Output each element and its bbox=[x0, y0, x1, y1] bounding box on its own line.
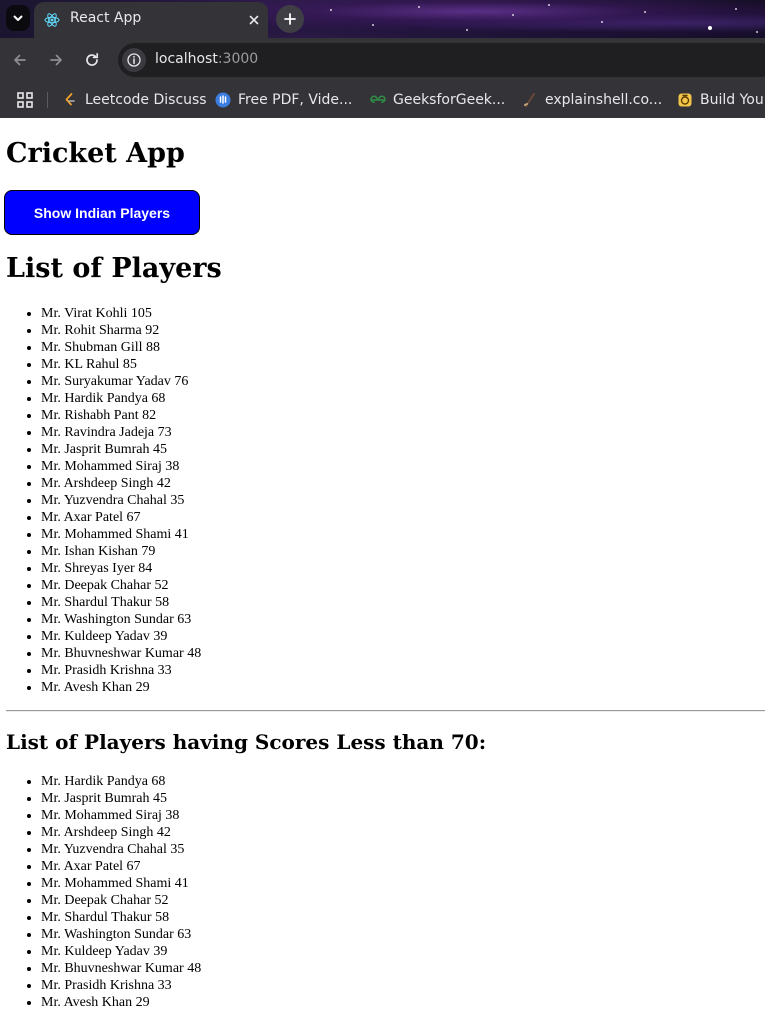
bookmark-build-your[interactable]: Build Your bbox=[677, 89, 765, 111]
player-item: Mr. Deepak Chahar 52 bbox=[41, 892, 201, 909]
player-item: Mr. Suryakumar Yadav 76 bbox=[41, 373, 201, 390]
browser-chrome: React App localhost:3000 Leetcode Discus… bbox=[0, 0, 765, 118]
address-bar[interactable]: localhost:3000 bbox=[118, 43, 765, 77]
tab-strip: React App bbox=[0, 0, 765, 38]
player-item: Mr. Axar Patel 67 bbox=[41, 509, 201, 526]
player-item: Mr. Kuldeep Yadav 39 bbox=[41, 943, 201, 960]
back-button[interactable] bbox=[8, 48, 32, 72]
player-item: Mr. Rishabh Pant 82 bbox=[41, 407, 201, 424]
player-item: Mr. Mohammed Shami 41 bbox=[41, 875, 201, 892]
app-title: Cricket App bbox=[6, 138, 185, 169]
forward-button[interactable] bbox=[44, 48, 68, 72]
page-content: Cricket App Show Indian Players List of … bbox=[0, 118, 765, 1019]
bookmark-label: explainshell.co... bbox=[545, 92, 663, 108]
player-item: Mr. Shardul Thakur 58 bbox=[41, 594, 201, 611]
bookmarks-bar: Leetcode Discuss Free PDF, Vide... Geeks… bbox=[0, 82, 765, 118]
tab-react-app[interactable]: React App bbox=[34, 2, 268, 38]
player-item: Mr. Mohammed Siraj 38 bbox=[41, 807, 201, 824]
divider bbox=[6, 710, 765, 712]
player-item: Mr. Shardul Thakur 58 bbox=[41, 909, 201, 926]
player-item: Mr. Jasprit Bumrah 45 bbox=[41, 790, 201, 807]
player-item: Mr. Jasprit Bumrah 45 bbox=[41, 441, 201, 458]
player-item: Mr. Ishan Kishan 79 bbox=[41, 543, 201, 560]
url-port: :3000 bbox=[217, 51, 259, 67]
player-item: Mr. Yuzvendra Chahal 35 bbox=[41, 492, 201, 509]
player-item: Mr. Virat Kohli 105 bbox=[41, 305, 201, 322]
url-host: localhost bbox=[155, 51, 218, 67]
player-item: Mr. Washington Sundar 63 bbox=[41, 611, 201, 628]
player-item: Mr. KL Rahul 85 bbox=[41, 356, 201, 373]
bookmark-pdf-drive[interactable]: Free PDF, Vide... bbox=[215, 89, 352, 111]
player-item: Mr. Prasidh Krishna 33 bbox=[41, 662, 201, 679]
player-item: Mr. Arshdeep Singh 42 bbox=[41, 475, 201, 492]
player-item: Mr. Avesh Khan 29 bbox=[41, 679, 201, 696]
player-item: Mr. Shubman Gill 88 bbox=[41, 339, 201, 356]
reload-icon bbox=[86, 52, 99, 66]
player-item: Mr. Bhuvneshwar Kumar 48 bbox=[41, 960, 201, 977]
player-item: Mr. Mohammed Siraj 38 bbox=[41, 458, 201, 475]
leetcode-icon bbox=[65, 93, 75, 106]
bookmark-label: GeeksforGeek... bbox=[393, 92, 506, 108]
plus-icon bbox=[284, 13, 296, 25]
arrow-right-icon bbox=[50, 54, 62, 66]
player-item: Mr. Axar Patel 67 bbox=[41, 858, 201, 875]
player-item: Mr. Deepak Chahar 52 bbox=[41, 577, 201, 594]
player-item: Mr. Washington Sundar 63 bbox=[41, 926, 201, 943]
info-icon bbox=[127, 53, 141, 67]
player-item: Mr. Avesh Khan 29 bbox=[41, 994, 201, 1011]
player-item: Mr. Kuldeep Yadav 39 bbox=[41, 628, 201, 645]
bookmark-label: Leetcode Discuss bbox=[85, 92, 207, 108]
tab-close-button[interactable] bbox=[244, 10, 264, 30]
chevron-down-icon bbox=[13, 15, 23, 21]
reload-button[interactable] bbox=[80, 48, 104, 72]
url-text: localhost:3000 bbox=[155, 51, 258, 67]
player-item: Mr. Yuzvendra Chahal 35 bbox=[41, 841, 201, 858]
bookmark-label: Build Your bbox=[700, 92, 765, 108]
bookmark-label: Free PDF, Vide... bbox=[238, 92, 353, 108]
site-info-button[interactable] bbox=[122, 48, 146, 72]
player-item: Mr. Arshdeep Singh 42 bbox=[41, 824, 201, 841]
filtered-players-list: Mr. Hardik Pandya 68Mr. Jasprit Bumrah 4… bbox=[0, 773, 201, 1011]
player-item: Mr. Shreyas Iyer 84 bbox=[41, 560, 201, 577]
filtered-heading: List of Players having Scores Less than … bbox=[6, 730, 487, 754]
react-icon bbox=[44, 13, 60, 27]
new-tab-button[interactable] bbox=[276, 5, 304, 33]
bookmark-geeksforgeeks[interactable]: GeeksforGeek... bbox=[370, 89, 505, 111]
tab-title: React App bbox=[70, 10, 142, 26]
bookmarks-separator bbox=[47, 92, 48, 108]
bookmark-leetcode[interactable]: Leetcode Discuss bbox=[62, 89, 207, 111]
player-item: Mr. Ravindra Jadeja 73 bbox=[41, 424, 201, 441]
arrow-left-icon bbox=[14, 54, 26, 66]
tab-search-button[interactable] bbox=[6, 5, 30, 31]
browser-toolbar: localhost:3000 bbox=[0, 38, 765, 82]
pdf-drive-icon bbox=[215, 92, 231, 108]
players-heading: List of Players bbox=[6, 253, 222, 284]
player-item: Mr. Hardik Pandya 68 bbox=[41, 773, 201, 790]
apps-grid-icon[interactable] bbox=[16, 91, 34, 109]
player-item: Mr. Mohammed Shami 41 bbox=[41, 526, 201, 543]
bookmark-explainshell[interactable]: explainshell.co... bbox=[522, 89, 662, 111]
player-item: Mr. Bhuvneshwar Kumar 48 bbox=[41, 645, 201, 662]
show-indian-players-button[interactable]: Show Indian Players bbox=[4, 190, 200, 235]
player-item: Mr. Rohit Sharma 92 bbox=[41, 322, 201, 339]
player-item: Mr. Hardik Pandya 68 bbox=[41, 390, 201, 407]
build-icon bbox=[678, 93, 692, 107]
explainshell-icon bbox=[524, 93, 535, 107]
players-list: Mr. Virat Kohli 105Mr. Rohit Sharma 92Mr… bbox=[0, 305, 201, 696]
geeksforgeeks-icon bbox=[370, 95, 386, 103]
close-icon bbox=[249, 15, 259, 25]
player-item: Mr. Prasidh Krishna 33 bbox=[41, 977, 201, 994]
